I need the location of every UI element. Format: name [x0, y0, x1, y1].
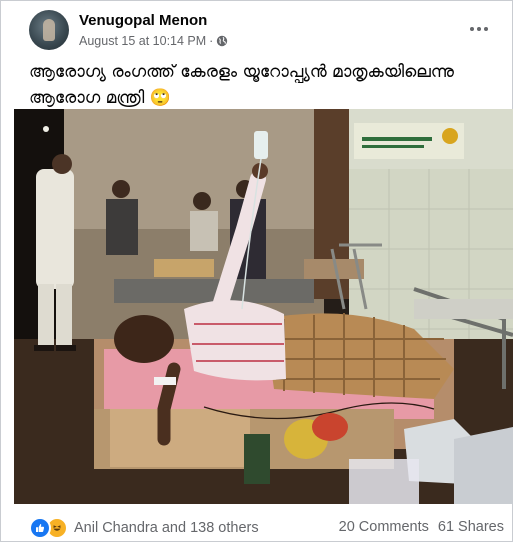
post-meta: August 15 at 10:14 PM · [79, 34, 228, 48]
like-icon [29, 517, 51, 539]
more-options-button[interactable] [467, 21, 491, 37]
post-card: Venugopal Menon August 15 at 10:14 PM · … [0, 0, 513, 542]
comments-count[interactable]: 20 Comments [339, 519, 429, 535]
post-timestamp[interactable]: August 15 at 10:14 PM [79, 34, 206, 48]
post-caption: ആരോഗ്യ രംഗത്ത് കേരളം യൂറോപ്പ്യൻ മാതൃകയില… [29, 62, 454, 108]
post-photo[interactable] [14, 109, 513, 504]
author-avatar[interactable] [29, 10, 69, 50]
author-name[interactable]: Venugopal Menon [79, 12, 207, 29]
reactions-text: Anil Chandra and 138 others [74, 520, 259, 536]
engagement-stats: 20 Comments 61 Shares [339, 519, 504, 535]
dot-icon [470, 27, 474, 31]
post-footer: Anil Chandra and 138 others 20 Comments … [29, 515, 504, 539]
dot-icon [477, 27, 481, 31]
post-header: Venugopal Menon August 15 at 10:14 PM · [29, 9, 499, 50]
meta-separator: · [209, 34, 214, 48]
reactions-summary[interactable]: Anil Chandra and 138 others [29, 517, 259, 539]
globe-icon[interactable] [216, 35, 228, 47]
dot-icon [484, 27, 488, 31]
hospital-ward-photo [14, 109, 513, 504]
shares-count[interactable]: 61 Shares [438, 519, 504, 535]
avatar-figure [43, 19, 55, 41]
